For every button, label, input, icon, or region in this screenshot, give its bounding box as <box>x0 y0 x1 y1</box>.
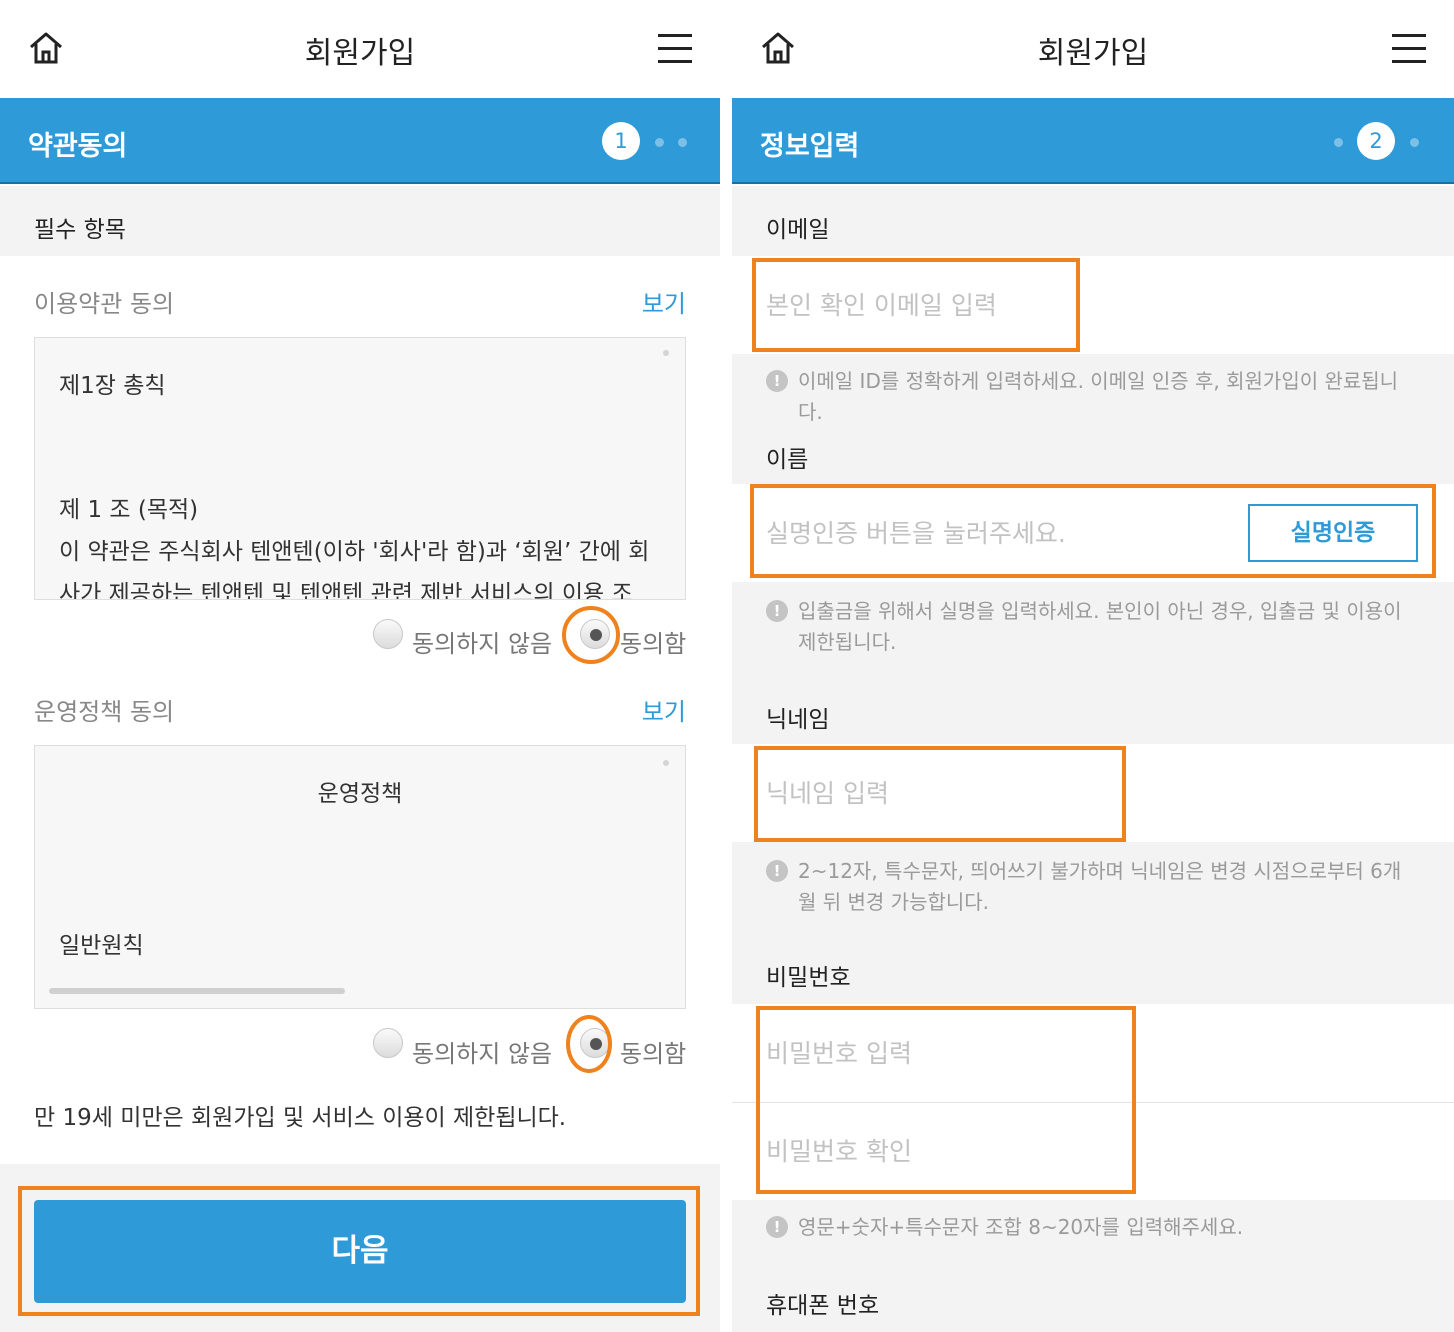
step-bar: 약관동의 1 <box>0 98 720 184</box>
top-bar: 회원가입 <box>0 0 720 98</box>
exclamation-icon: ! <box>766 860 788 882</box>
step-title: 정보입력 <box>760 131 860 162</box>
password-confirm-input[interactable] <box>732 1103 1454 1200</box>
required-section-label: 필수 항목 <box>34 217 126 243</box>
policy-disagree-label[interactable]: 동의하지 않음 <box>412 1034 552 1069</box>
terms-heading: 제1장 총칙 <box>59 373 166 399</box>
terms-of-use-title: 이용약관 동의 <box>34 290 175 318</box>
step-number-current: 1 <box>602 122 640 160</box>
nickname-hint: ! 2~12자, 특수문자, 띄어쓰기 불가하며 닉네임은 변경 시점으로부터 … <box>766 856 1416 918</box>
password-hint: ! 영문+숫자+특수문자 조합 8~20자를 입력해주세요. <box>766 1212 1416 1243</box>
step-dot <box>655 138 664 147</box>
page-title: 회원가입 <box>304 36 416 71</box>
policy-heading: 운영정책 <box>317 781 403 807</box>
policy-agree-radio[interactable] <box>580 1028 610 1058</box>
email-input[interactable] <box>732 256 1454 354</box>
password-label: 비밀번호 <box>766 965 851 991</box>
hamburger-menu-icon[interactable] <box>1392 32 1426 64</box>
terms-agreement-screen: 회원가입 약관동의 1 필수 항목 이용약관 동의 보기 제1장 총칙 제 1 … <box>0 0 720 1332</box>
scrollbar-indicator[interactable] <box>663 760 669 766</box>
nickname-label: 닉네임 <box>766 707 830 733</box>
terms-view-link[interactable]: 보기 <box>642 284 686 319</box>
policy-agree-label[interactable]: 동의함 <box>620 1034 686 1069</box>
step-dot <box>1410 138 1419 147</box>
step-dot <box>678 138 687 147</box>
nickname-input[interactable] <box>732 744 1454 842</box>
exclamation-icon: ! <box>766 600 788 622</box>
exclamation-icon: ! <box>766 370 788 392</box>
terms-agree-radio[interactable] <box>580 619 610 649</box>
top-bar: 회원가입 <box>732 0 1454 98</box>
terms-article: 제 1 조 (목적) <box>59 497 199 523</box>
name-hint: ! 입출금을 위해서 실명을 입력하세요. 본인이 아닌 경우, 입출금 및 이… <box>766 596 1416 658</box>
panel-divider <box>720 0 732 1332</box>
terms-disagree-label[interactable]: 동의하지 않음 <box>412 624 552 659</box>
exclamation-icon: ! <box>766 1216 788 1238</box>
terms-of-use-box[interactable]: 제1장 총칙 제 1 조 (목적) 이 약관은 주식회사 텐앤텐(이하 '회사'… <box>34 337 686 600</box>
email-label: 이메일 <box>766 217 830 243</box>
hamburger-menu-icon[interactable] <box>658 32 692 64</box>
terms-text-line: 사가 제공하는 텐앤텐 및 텐앤텐 관련 제반 서비스의 이용 조 <box>59 581 633 600</box>
password-input[interactable] <box>732 1004 1454 1102</box>
terms-disagree-radio[interactable] <box>373 619 403 649</box>
age-restriction-notice: 만 19세 미만은 회원가입 및 서비스 이용이 제한됩니다. <box>34 1105 567 1131</box>
page-title: 회원가입 <box>1037 36 1149 71</box>
operating-policy-box[interactable]: 운영정책 일반원칙 <box>34 745 686 1009</box>
info-input-screen: 회원가입 정보입력 2 이메일 ! 이메일 ID를 정확하게 입력하세요. 이메… <box>732 0 1454 1332</box>
step-bar: 정보입력 2 <box>732 98 1454 184</box>
real-name-verify-button[interactable]: 실명인증 <box>1248 504 1418 562</box>
name-label: 이름 <box>766 447 809 473</box>
horizontal-scrollbar[interactable] <box>49 988 345 994</box>
terms-agree-label[interactable]: 동의함 <box>620 624 686 659</box>
policy-disagree-radio[interactable] <box>373 1028 403 1058</box>
operating-policy-title: 운영정책 동의 <box>34 698 175 726</box>
next-button[interactable]: 다음 <box>34 1200 686 1303</box>
policy-section: 일반원칙 <box>59 933 144 959</box>
phone-label: 휴대폰 번호 <box>766 1293 880 1319</box>
step-title: 약관동의 <box>28 131 128 162</box>
policy-view-link[interactable]: 보기 <box>642 692 686 727</box>
terms-text-line: 이 약관은 주식회사 텐앤텐(이하 '회사'라 함)과 ‘회원’ 간에 회 <box>59 539 650 565</box>
required-section-header: 필수 항목 <box>0 186 720 256</box>
email-label-band <box>732 186 1454 256</box>
email-hint: ! 이메일 ID를 정확하게 입력하세요. 이메일 인증 후, 회원가입이 완료… <box>766 366 1416 428</box>
step-dot <box>1334 138 1343 147</box>
step-number-current: 2 <box>1357 122 1395 160</box>
scrollbar-indicator[interactable] <box>663 350 669 356</box>
